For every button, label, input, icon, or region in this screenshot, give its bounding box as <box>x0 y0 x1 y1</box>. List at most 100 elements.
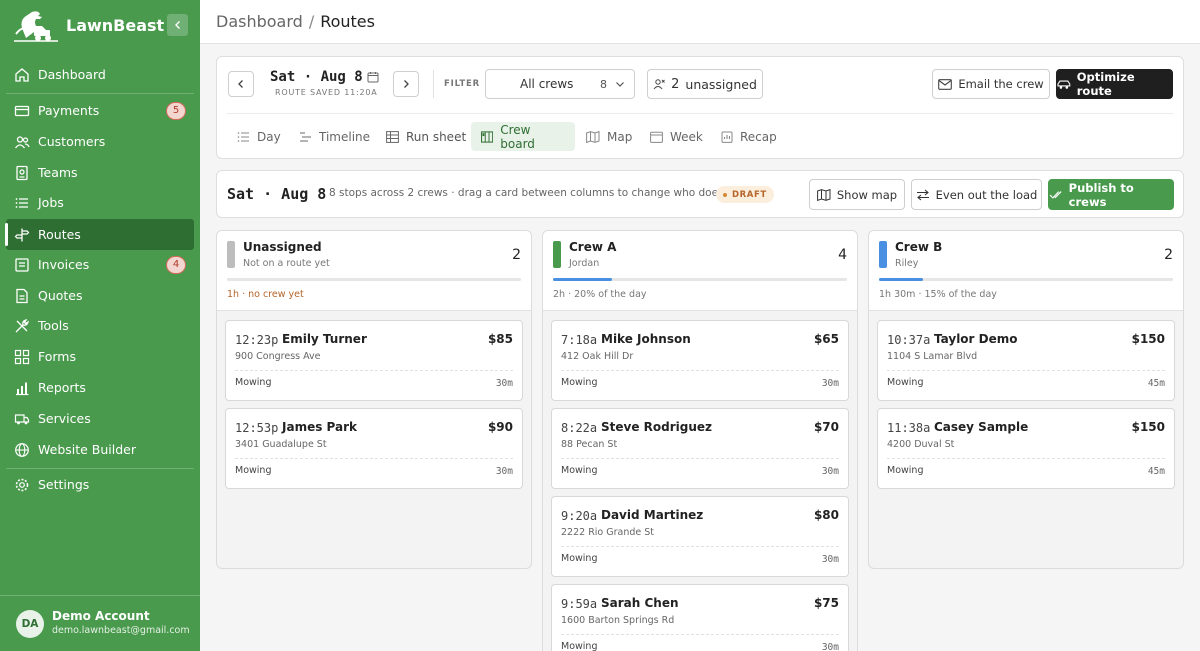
stop-address: 2222 Rio Grande St <box>561 527 655 538</box>
sidebar-item-invoices[interactable]: Invoices 4 <box>6 249 194 280</box>
column-unassigned[interactable]: Unassigned Not on a route yet 2 1h · no cre… <box>216 230 532 569</box>
stop-card[interactable]: 11:38a Casey Sample $150 4200 Duval St Mowin… <box>877 408 1175 489</box>
unassigned-filter-button[interactable]: 2 unassigned <box>647 69 763 99</box>
column-crew-a[interactable]: Crew A Jordan 4 2h · 20% of the day 7:18a Mik… <box>542 230 858 651</box>
load-progress-fill <box>553 278 612 281</box>
collapse-sidebar-button[interactable] <box>167 14 188 36</box>
even-out-load-button[interactable]: Even out the load <box>911 179 1042 210</box>
unassigned-label: unassigned <box>685 76 757 92</box>
column-header: Unassigned Not on a route yet 2 1h · no cre… <box>217 231 531 311</box>
column-crew-b[interactable]: Crew B Riley 2 1h 30m · 15% of the day 10:37… <box>868 230 1184 569</box>
previous-day-button[interactable] <box>228 71 254 97</box>
stop-card[interactable]: 9:59a Sarah Chen $75 1600 Barton Springs Rd… <box>551 584 849 651</box>
stop-card[interactable]: 12:23p Emily Turner $85 900 Congress Ave Mow… <box>225 320 523 401</box>
tab-label: Day <box>257 129 281 144</box>
tab-timeline[interactable]: Timeline <box>289 122 380 151</box>
service-duration: 30m <box>821 554 839 565</box>
show-map-label: Show map <box>836 187 898 202</box>
card-divider <box>561 634 839 635</box>
optimize-route-button[interactable]: Optimize route <box>1056 69 1173 99</box>
stop-card[interactable]: 10:37a Taylor Demo $150 1104 S Lamar Blvd Mo… <box>877 320 1175 401</box>
stop-price: $150 <box>1131 420 1165 434</box>
breadcrumb-dashboard-link[interactable]: Dashboard <box>216 12 303 31</box>
sidebar-item-settings[interactable]: Settings <box>6 469 194 500</box>
column-subtitle: Not on a route yet <box>243 258 330 269</box>
sidebar-item-label: Dashboard <box>38 67 106 82</box>
tab-run-sheet[interactable]: Run sheet <box>376 122 476 151</box>
stop-address: 412 Oak Hill Dr <box>561 351 634 362</box>
email-crew-button[interactable]: Email the crew <box>932 69 1050 99</box>
tab-label: Recap <box>740 129 777 144</box>
service-name: Mowing <box>561 641 598 651</box>
sidebar-item-label: Settings <box>38 477 90 492</box>
tab-map[interactable]: Map <box>576 122 642 151</box>
people-icon <box>14 135 30 148</box>
board-header: Sat · Aug 8 8 stops across 2 crews · dra… <box>216 170 1184 218</box>
sidebar-item-teams[interactable]: Teams <box>6 157 194 188</box>
list-icon <box>15 197 28 208</box>
sidebar-item-tools[interactable]: Tools <box>6 310 194 341</box>
sidebar-divider <box>6 93 194 94</box>
tab-day[interactable]: Day <box>227 122 291 151</box>
toolbar-divider <box>433 70 434 98</box>
card-icon <box>14 105 30 116</box>
sidebar-item-payments[interactable]: Payments 5 <box>6 95 194 126</box>
account-email: demo.lawnbeast@gmail.com <box>52 625 190 636</box>
chevron-right-icon <box>404 80 409 88</box>
card-divider <box>235 458 513 459</box>
sidebar-item-label: Invoices <box>38 257 90 272</box>
column-load: 1h 30m · 15% of the day <box>879 289 997 300</box>
crew-color-bar <box>553 241 561 268</box>
route-saved-status: ROUTE SAVED 11:20A <box>275 88 378 97</box>
column-stop-count: 2 <box>512 247 521 263</box>
account-menu[interactable]: DA Demo Account demo.lawnbeast@gmail.com <box>0 595 200 651</box>
even-out-load-label: Even out the load <box>935 187 1038 202</box>
sidebar-item-forms[interactable]: Forms <box>6 341 194 372</box>
date-picker[interactable]: Sat · Aug 8 <box>270 69 379 85</box>
car-icon <box>1057 80 1071 89</box>
sidebar-item-customers[interactable]: Customers <box>6 126 194 157</box>
next-day-button[interactable] <box>393 71 419 97</box>
crew-filter-select[interactable]: All crews 8 <box>485 69 635 99</box>
stop-time: 9:20a <box>561 509 598 523</box>
sidebar-item-label: Teams <box>38 165 78 180</box>
sidebar-item-jobs[interactable]: Jobs <box>6 187 194 218</box>
stop-address: 3401 Guadalupe St <box>235 439 327 450</box>
sidebar-item-label: Quotes <box>38 288 83 303</box>
publish-to-crews-button[interactable]: Publish to crews <box>1048 179 1174 210</box>
service-duration: 30m <box>821 466 839 477</box>
tab-week[interactable]: Week <box>640 122 713 151</box>
stop-card[interactable]: 12:53p James Park $90 3401 Guadalupe St Mowi… <box>225 408 523 489</box>
sidebar-item-label: Customers <box>38 134 106 149</box>
customer-name: Casey Sample <box>934 420 1029 434</box>
sidebar-item-label: Payments <box>38 103 100 118</box>
sidebar-item-quotes[interactable]: Quotes <box>6 280 194 311</box>
stop-price: $150 <box>1131 332 1165 346</box>
tab-crew-board[interactable]: Crew board <box>471 122 575 151</box>
forms-icon <box>14 349 30 364</box>
crew-filter-value: All crews <box>520 77 574 91</box>
stop-card[interactable]: 9:20a David Martinez $80 2222 Rio Grande St… <box>551 496 849 577</box>
customer-name: Taylor Demo <box>934 332 1018 346</box>
sidebar-item-dashboard[interactable]: Dashboard <box>6 59 194 90</box>
sidebar-item-services[interactable]: Services <box>6 403 194 434</box>
tab-recap[interactable]: Recap <box>711 122 787 151</box>
stop-card[interactable]: 7:18a Mike Johnson $65 412 Oak Hill Dr Mowin… <box>551 320 849 401</box>
status-badge-label: DRAFT <box>732 189 767 200</box>
dinosaur-mower-icon <box>14 11 58 42</box>
optimize-route-label: Optimize route <box>1076 70 1135 98</box>
sidebar-item-website-builder[interactable]: Website Builder <box>6 434 194 465</box>
status-badge: DRAFT <box>716 186 774 203</box>
app-logo[interactable]: LawnBeast <box>12 8 164 42</box>
chevron-left-icon <box>238 80 243 88</box>
route-toolbar: Sat · Aug 8 ROUTE SAVED 11:20A FILTER Al… <box>216 56 1184 159</box>
sidebar-item-label: Forms <box>38 349 77 364</box>
tab-label: Week <box>670 129 703 144</box>
sidebar-item-reports[interactable]: Reports <box>6 372 194 403</box>
show-map-button[interactable]: Show map <box>809 179 905 210</box>
service-name: Mowing <box>561 553 598 564</box>
service-duration: 45m <box>1147 466 1165 477</box>
card-divider <box>887 458 1165 459</box>
sidebar-item-routes[interactable]: Routes <box>5 219 194 250</box>
stop-card[interactable]: 8:22a Steve Rodriguez $70 88 Pecan St Mowing… <box>551 408 849 489</box>
